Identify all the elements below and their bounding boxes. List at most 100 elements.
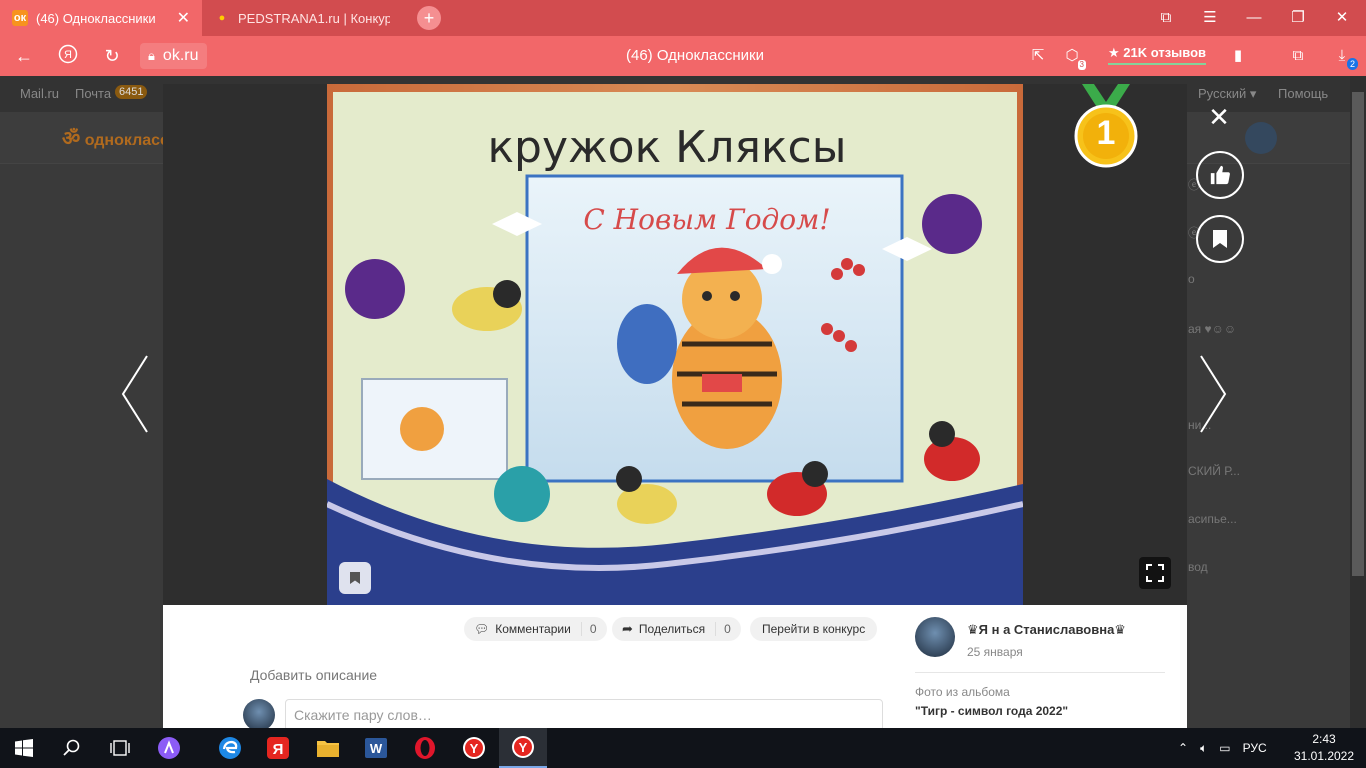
share-button[interactable]: ➦ Поделиться 0 — [612, 617, 741, 641]
url-field[interactable]: 🔒︎ ok.ru — [140, 43, 207, 69]
bookmark-icon[interactable]: ▮ — [1226, 44, 1250, 68]
like-button[interactable] — [1196, 151, 1244, 199]
menu-icon[interactable]: ☰ — [1188, 0, 1232, 36]
close-window-icon[interactable]: ✕ — [1320, 0, 1364, 36]
fullscreen-button[interactable] — [1139, 557, 1171, 589]
system-tray: ⌃ 🔈︎ ▭ РУС — [1178, 728, 1267, 768]
word-icon: W — [365, 738, 387, 758]
svg-text:Y: Y — [470, 741, 479, 756]
chevron-up-icon[interactable]: ⌃ — [1178, 741, 1188, 755]
collections-icon[interactable]: ⧉ — [1286, 44, 1310, 68]
thumbs-up-icon — [1210, 165, 1230, 185]
yandex-app-button[interactable]: Я — [254, 728, 302, 768]
yandex-icon[interactable]: Я — [56, 44, 80, 68]
opera-button[interactable] — [401, 728, 449, 768]
restore-icon[interactable]: ❐ — [1276, 0, 1320, 36]
downloads-icon[interactable]: ⤓ 2 — [1330, 44, 1358, 70]
chevron-left-icon — [121, 355, 148, 433]
photo-image: кружок Кляксы С Новым Годом! — [327, 84, 1023, 605]
album-name[interactable]: "Тигр - символ года 2022" — [915, 704, 1068, 718]
album-label: Фото из альбома — [915, 685, 1010, 699]
go-to-contest-button[interactable]: Перейти в конкурс — [750, 617, 878, 641]
board-title: кружок Кляксы — [487, 122, 846, 173]
mail-count-badge: 6451 — [115, 85, 148, 99]
yandex-browser-icon: Y — [463, 737, 485, 759]
explorer-button[interactable] — [304, 728, 352, 768]
task-view-button[interactable] — [96, 728, 144, 768]
yandex-icon: Я — [267, 737, 289, 759]
photo-date: 25 января — [967, 645, 1023, 659]
help-link[interactable]: Помощь — [1278, 86, 1328, 101]
ok-logo-icon: ок — [12, 10, 28, 26]
task-view-icon — [110, 740, 130, 756]
fullscreen-icon — [1146, 564, 1164, 582]
author-avatar[interactable] — [915, 617, 955, 657]
opera-icon — [415, 737, 435, 759]
yandex-browser-button[interactable]: Y — [450, 728, 498, 768]
alice-icon — [158, 737, 180, 759]
author-name[interactable]: ♛Я н а Станиславовна♛ — [967, 622, 1126, 638]
photo[interactable]: кружок Кляксы С Новым Годом! — [327, 84, 1023, 605]
word-button[interactable]: W — [352, 728, 400, 768]
comments-count: 0 — [580, 622, 597, 636]
svg-text:Я: Я — [64, 49, 72, 61]
edge-button[interactable] — [206, 728, 254, 768]
folder-icon — [317, 741, 339, 757]
photo-bookmark-button[interactable] — [339, 562, 371, 594]
yandex-browser-icon: Y — [512, 736, 534, 758]
reviews-badge[interactable]: ★ 21K отзывов — [1108, 45, 1207, 65]
previous-photo-button[interactable] — [120, 354, 150, 434]
lock-icon: 🔒︎ — [148, 48, 155, 63]
bookmark-icon — [350, 572, 360, 584]
clock-time: 2:43 — [1312, 732, 1336, 746]
add-description-link[interactable]: Добавить описание — [250, 667, 377, 683]
protect-icon[interactable]: ⬡ 3 — [1060, 44, 1086, 70]
svg-text:Я: Я — [273, 741, 284, 758]
share-page-icon[interactable]: ⇱ — [1026, 44, 1050, 68]
volume-icon[interactable]: 🔈︎ — [1200, 741, 1207, 756]
mail-link[interactable]: Почта — [75, 86, 111, 101]
tab-title: PEDSTRANA1.ru | Конкурс — [238, 10, 390, 26]
network-icon[interactable]: ▭ — [1219, 741, 1230, 755]
tab-odnoklassniki[interactable]: ок (46) Одноклассники ✕ — [0, 0, 202, 36]
next-photo-button[interactable] — [1198, 354, 1228, 434]
close-tab-icon[interactable]: ✕ — [177, 8, 190, 28]
reload-icon[interactable]: ↻ — [100, 44, 124, 68]
ok-logo-icon: ॐ︎ — [62, 128, 81, 150]
divider — [915, 672, 1165, 673]
address-bar: ← Я ↻ 🔒︎ ok.ru (46) Одноклассники ⇱ ⬡ 3 ★… — [0, 36, 1366, 76]
input-language[interactable]: РУС — [1243, 741, 1267, 755]
comment-input[interactable] — [285, 699, 883, 731]
alice-button[interactable] — [145, 728, 193, 768]
tab-pedstrana[interactable]: ● PEDSTRANA1.ru | Конкурс — [202, 0, 402, 36]
clock[interactable]: 2:43 31.01.2022 — [1292, 731, 1356, 765]
bookmark-photo-button[interactable] — [1196, 215, 1244, 263]
scrollbar-thumb[interactable] — [1352, 92, 1364, 576]
search-button[interactable] — [48, 728, 96, 768]
comment-icon: 💬︎ — [474, 622, 490, 636]
taskbar — [0, 728, 1366, 768]
language-select[interactable]: Русский ▾ — [1198, 86, 1256, 102]
avatar — [243, 699, 275, 731]
mailru-link[interactable]: Mail.ru — [20, 86, 59, 101]
comments-button[interactable]: 💬︎ Комментарии 0 — [464, 617, 607, 641]
svg-text:Y: Y — [519, 740, 528, 755]
chevron-right-icon — [1200, 355, 1227, 433]
back-arrow-icon[interactable]: ← — [12, 44, 36, 68]
new-tab-button[interactable]: + — [417, 6, 441, 30]
page-title: (46) Одноклассники — [626, 47, 764, 64]
pedstrana-icon: ● — [218, 12, 226, 24]
minimize-icon[interactable]: — — [1232, 0, 1276, 36]
tabs-manager-icon[interactable]: ⧉ — [1144, 0, 1188, 36]
yandex-browser-active-button[interactable]: Y — [499, 728, 547, 768]
bookmark-icon — [1213, 230, 1227, 248]
start-button[interactable] — [0, 728, 48, 768]
close-viewer-button[interactable]: ✕ — [1204, 102, 1234, 132]
svg-text:W: W — [370, 741, 383, 756]
clock-date: 31.01.2022 — [1293, 749, 1355, 763]
poster-greeting: С Новым Годом! — [583, 203, 830, 236]
user-avatar[interactable] — [1245, 122, 1277, 154]
windows-logo-icon — [15, 739, 33, 757]
share-count: 0 — [715, 622, 731, 636]
tab-title: (46) Одноклассники — [36, 10, 156, 26]
